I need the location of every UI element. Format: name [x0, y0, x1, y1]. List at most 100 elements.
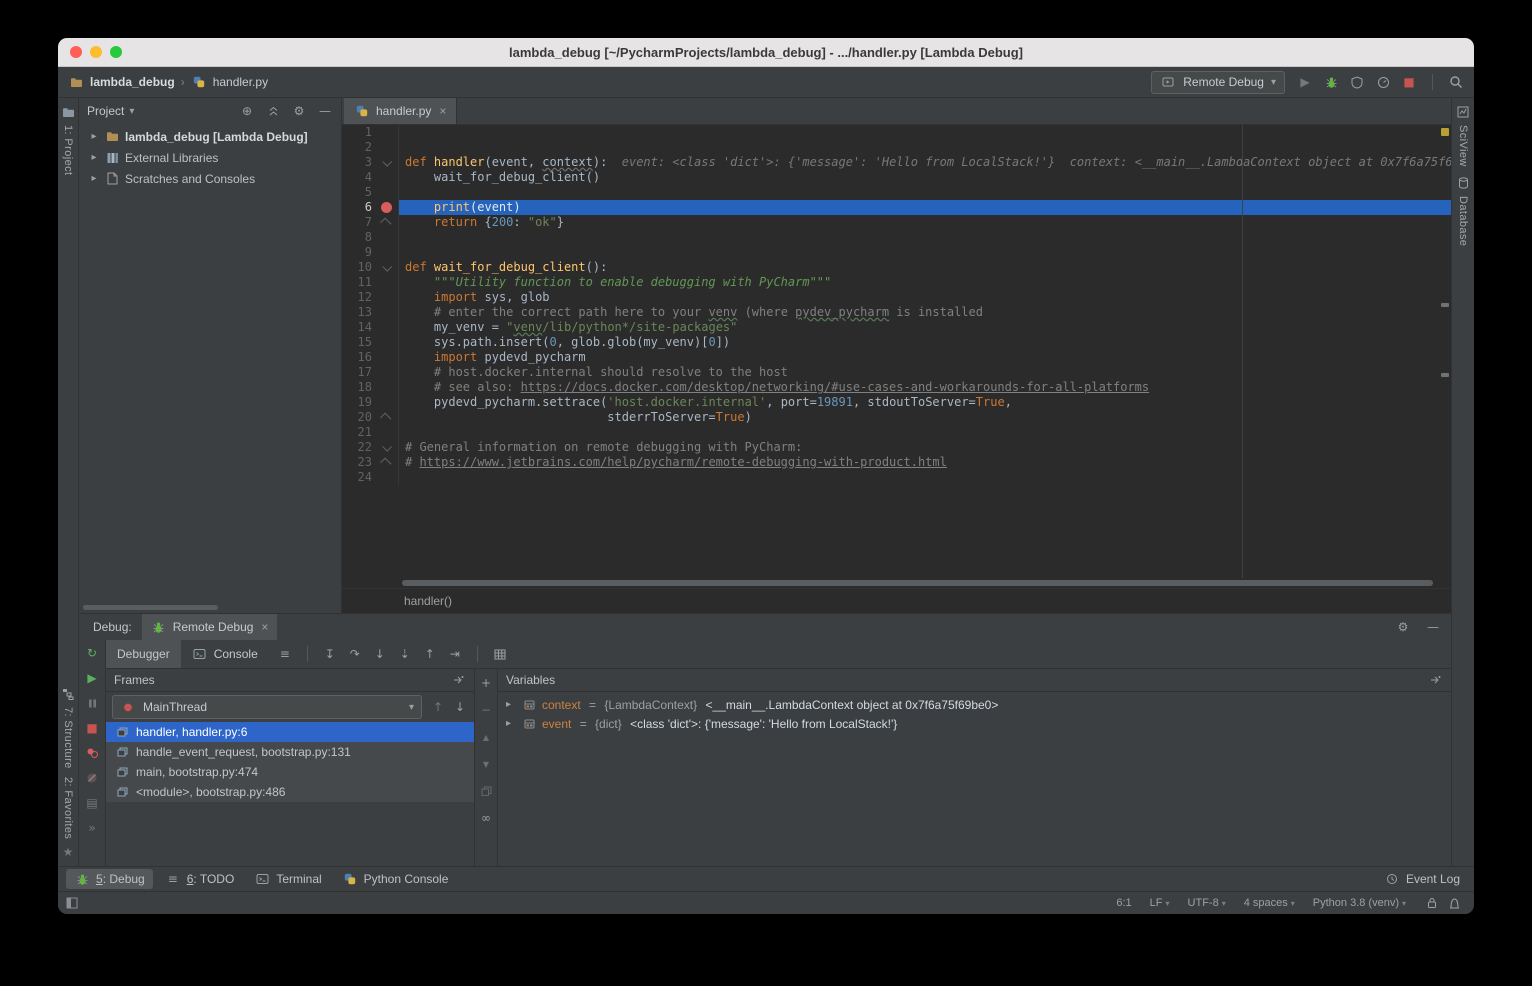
frame-row[interactable]: main, bootstrap.py:474	[106, 762, 474, 782]
code-line-17[interactable]: 17 # host.docker.internal should resolve…	[342, 365, 1451, 380]
layout-menu-button[interactable]: ≡	[277, 646, 293, 662]
debug-session-tab[interactable]: Remote Debug ×	[142, 614, 278, 640]
code-line-22[interactable]: 22# General information on remote debugg…	[342, 440, 1451, 455]
step-out-button[interactable]: ↑	[422, 646, 438, 662]
restore-layout-button[interactable]: ▤	[84, 795, 100, 811]
hide-button[interactable]: —	[317, 103, 333, 119]
frame-row[interactable]: handle_event_request, bootstrap.py:131	[106, 742, 474, 762]
chevron-right-icon[interactable]: ▸	[89, 173, 99, 184]
status-widget[interactable]: LF▾	[1150, 897, 1170, 909]
settings-button[interactable]: ⚙	[1395, 619, 1411, 635]
code-line-10[interactable]: 10def wait_for_debug_client():	[342, 260, 1451, 275]
frame-row[interactable]: <module>, bootstrap.py:486	[106, 782, 474, 802]
status-widget[interactable]: UTF-8▾	[1188, 897, 1226, 909]
tree-item[interactable]: ▸External Libraries	[79, 147, 341, 168]
close-window-button[interactable]	[70, 46, 82, 58]
stop-debug-button[interactable]: ■	[84, 720, 100, 736]
breadcrumb-file[interactable]: handler.py	[213, 75, 268, 89]
code-line-6[interactable]: 6 print(event)	[342, 200, 1451, 215]
tab-debugger[interactable]: Debugger	[106, 640, 181, 668]
breakpoint-icon[interactable]	[381, 202, 392, 213]
toolwindow-stripe-structure[interactable]: 7: Structure	[60, 686, 76, 769]
code-line-15[interactable]: 15 sys.path.insert(0, glob.glob(my_venv)…	[342, 335, 1451, 350]
toolwindow-stripe-database[interactable]: Database	[1455, 175, 1471, 246]
code-line-2[interactable]: 2	[342, 140, 1451, 155]
toolwindow-stripe-project[interactable]: 1: Project	[60, 104, 76, 175]
search-button[interactable]	[1448, 74, 1464, 90]
code-line-8[interactable]: 8	[342, 230, 1451, 245]
code-editor[interactable]: 123def handler(event, context): event: <…	[342, 125, 1451, 578]
tree-item[interactable]: ▸Scratches and Consoles	[79, 168, 341, 189]
code-line-3[interactable]: 3def handler(event, context): event: <cl…	[342, 155, 1451, 170]
fold-marker-icon[interactable]	[382, 262, 392, 272]
pin-icon[interactable]	[450, 672, 466, 688]
toolwindow-button-5-debug[interactable]: 5: Debug	[66, 869, 153, 889]
move-up-button[interactable]: ▲	[478, 729, 494, 745]
run-button[interactable]: ▶	[1297, 74, 1313, 90]
chevron-right-icon[interactable]: ▸	[89, 152, 99, 163]
code-line-24[interactable]: 24	[342, 470, 1451, 485]
fold-marker-icon[interactable]	[380, 458, 391, 469]
project-panel-title[interactable]: Project	[87, 104, 124, 118]
scrollbar-thumb[interactable]	[402, 580, 1433, 586]
stripe-mark[interactable]	[1441, 373, 1449, 377]
toolwindow-button-terminal[interactable]: Terminal	[246, 869, 329, 889]
code-line-16[interactable]: 16 import pydevd_pycharm	[342, 350, 1451, 365]
watch-return-values-button[interactable]: ∞	[478, 810, 494, 826]
toolwindow-button-python-console[interactable]: Python Console	[334, 869, 457, 889]
code-line-5[interactable]: 5	[342, 185, 1451, 200]
tree-item[interactable]: ▸lambda_debug [Lambda Debug]	[79, 126, 341, 147]
zoom-window-button[interactable]	[110, 46, 122, 58]
more-button[interactable]: »	[84, 820, 100, 836]
stripe-mark[interactable]	[1441, 303, 1449, 307]
code-line-12[interactable]: 12 import sys, glob	[342, 290, 1451, 305]
mute-breakpoints-button[interactable]	[84, 770, 100, 786]
up-stack-button[interactable]: ↑	[430, 699, 446, 715]
editor-tab-handler-py[interactable]: handler.py ×	[344, 98, 457, 124]
profiler-button[interactable]	[1375, 74, 1391, 90]
code-line-20[interactable]: 20 stderrToServer=True)	[342, 410, 1451, 425]
warning-stripe-mark[interactable]	[1441, 128, 1449, 136]
code-line-14[interactable]: 14 my_venv = "venv/lib/python*/site-pack…	[342, 320, 1451, 335]
editor-breadcrumb-bar[interactable]: handler()	[342, 588, 1451, 613]
down-stack-button[interactable]: ↓	[452, 699, 468, 715]
status-widget[interactable]: 4 spaces▾	[1244, 897, 1295, 909]
chevron-right-icon[interactable]: ▸	[89, 131, 99, 142]
code-line-9[interactable]: 9	[342, 245, 1451, 260]
status-widget[interactable]: Python 3.8 (venv)▾	[1313, 897, 1406, 909]
debug-icon[interactable]	[151, 619, 167, 635]
event-log-button[interactable]: Event Log	[1384, 871, 1466, 887]
code-line-1[interactable]: 1	[342, 125, 1451, 140]
project-hscrollbar[interactable]	[83, 605, 218, 610]
pin-icon[interactable]	[1427, 672, 1443, 688]
star-icon[interactable]: ★	[60, 844, 76, 860]
stop-button[interactable]: ■	[1401, 74, 1417, 90]
settings-button[interactable]: ⚙	[291, 103, 307, 119]
lock-icon[interactable]	[1424, 895, 1440, 911]
editor-breadcrumb[interactable]: handler()	[404, 594, 452, 608]
folder-icon[interactable]	[68, 74, 84, 90]
python-file-icon[interactable]	[191, 74, 207, 90]
chevron-down-icon[interactable]: ▾	[129, 106, 134, 117]
event-log-icon[interactable]	[1384, 871, 1400, 887]
breadcrumb-project[interactable]: lambda_debug	[90, 75, 175, 89]
rerun-button[interactable]: ↻	[84, 645, 100, 661]
view-breakpoints-button[interactable]	[84, 745, 100, 761]
resume-button[interactable]: ▶	[84, 670, 100, 686]
database-icon[interactable]	[1455, 175, 1471, 191]
titlebar[interactable]: lambda_debug [~/PycharmProjects/lambda_d…	[58, 38, 1474, 67]
thread-selector[interactable]: ● MainThread ▾	[112, 695, 422, 719]
chevron-right-icon[interactable]: ▸	[506, 718, 516, 729]
code-line-11[interactable]: 11 """Utility function to enable debuggi…	[342, 275, 1451, 290]
show-execution-point-button[interactable]: ↧	[322, 646, 338, 662]
code-line-18[interactable]: 18 # see also: https://docs.docker.com/d…	[342, 380, 1451, 395]
error-stripe[interactable]	[1439, 125, 1451, 578]
fold-marker-icon[interactable]	[382, 157, 392, 167]
copy-value-button[interactable]	[478, 783, 494, 799]
run-to-cursor-button[interactable]: ⇥	[447, 646, 463, 662]
collapse-all-button[interactable]	[265, 103, 281, 119]
python-file-icon[interactable]	[354, 103, 370, 119]
sciview-icon[interactable]	[1455, 104, 1471, 120]
step-into-button[interactable]: ↓	[372, 646, 388, 662]
variable-row[interactable]: ▸context = {LambdaContext} <__main__.Lam…	[498, 695, 1451, 714]
